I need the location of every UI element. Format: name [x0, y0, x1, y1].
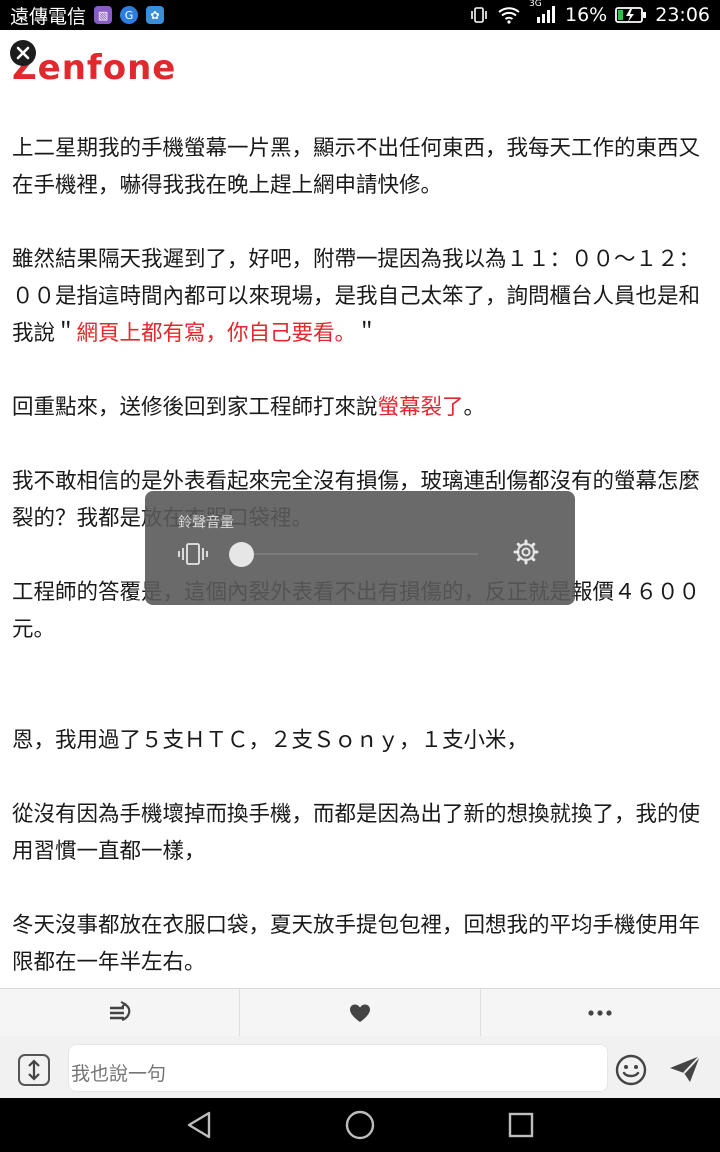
volume-slider-track[interactable] [241, 553, 478, 555]
gear-icon[interactable] [512, 538, 540, 566]
highlight-text: 網頁上都有寫，你自己要看。 [76, 321, 357, 346]
heart-icon [349, 1004, 370, 1022]
wifi-icon [498, 7, 520, 24]
article-paragraph: 回重點來，送修後回到家工程師打來說螢幕裂了。 [12, 389, 708, 426]
article-paragraph: 雖然結果隔天我遲到了，好吧，附帶一提因為我以為１１：００～１２：００是指這時間內… [12, 241, 708, 352]
volume-slider-thumb[interactable] [229, 542, 254, 567]
paragraph-text: 恩，我用過了５支ＨＴＣ，２支Ｓｏｎｙ，１支小米， [12, 728, 529, 753]
clock: 23:06 [655, 4, 710, 26]
paragraph-text: ＂ [356, 321, 378, 346]
vibrate-status-icon [471, 7, 487, 23]
close-button[interactable] [10, 40, 36, 66]
emoji-icon[interactable] [615, 1054, 647, 1086]
article-title-partial: Zenfone [12, 48, 177, 88]
network-type: 3G [529, 0, 542, 9]
vibrate-icon[interactable] [178, 541, 208, 567]
like-button[interactable] [239, 989, 479, 1036]
comment-bar [0, 1036, 720, 1098]
rewind-list-icon [109, 1000, 130, 1021]
g-app-icon: G [120, 6, 139, 24]
battery-charging-icon [615, 7, 647, 23]
more-button[interactable] [479, 989, 720, 1036]
article-paragraph: 冬天沒事都放在衣服口袋，夏天放手提包包裡，回想我的平均手機使用年限都在一年半左右… [12, 907, 708, 981]
more-dots-icon [588, 1009, 612, 1016]
article-paragraph: 恩，我用過了５支ＨＴＣ，２支Ｓｏｎｙ，１支小米， [12, 722, 708, 759]
expand-button[interactable] [18, 1054, 50, 1086]
send-icon[interactable] [668, 1054, 702, 1084]
article-paragraph: 從沒有因為手機壞掉而換手機，而都是因為出了新的想換就換了，我的使用習慣一直都一樣… [12, 796, 708, 870]
volume-panel: 鈴聲音量 [145, 491, 575, 605]
expand-icon [28, 1059, 40, 1081]
action-bar [0, 988, 720, 1036]
volume-label: 鈴聲音量 [178, 515, 234, 531]
nav-bar [0, 1098, 720, 1152]
battery-percent: 16% [565, 4, 608, 26]
recents-icon[interactable] [507, 1111, 535, 1139]
carrier-name: 遠傳電信 [10, 5, 87, 28]
paragraph-text: 回重點來，送修後回到家工程師打來說 [12, 395, 378, 420]
status-left: 遠傳電信 ▧ G ✿ [10, 2, 165, 29]
messenger-icon: ✿ [146, 6, 165, 24]
reply-list-button[interactable] [0, 989, 239, 1036]
back-icon[interactable] [185, 1110, 213, 1140]
paragraph-text: 冬天沒事都放在衣服口袋，夏天放手提包包裡，回想我的平均手機使用年限都在一年半左右… [12, 913, 701, 975]
article-paragraph: 上二星期我的手機螢幕一片黑，顯示不出任何東西，我每天工作的東西又在手機裡，嚇得我… [12, 130, 708, 204]
gallery-icon: ▧ [94, 6, 113, 24]
paragraph-text: 從沒有因為手機壞掉而換手機，而都是因為出了新的想換就換了，我的使用習慣一直都一樣… [12, 802, 701, 864]
comment-input[interactable] [68, 1044, 608, 1092]
paragraph-text: 上二星期我的手機螢幕一片黑，顯示不出任何東西，我每天工作的東西又在手機裡，嚇得我… [12, 136, 701, 198]
status-bar: 遠傳電信 ▧ G ✿ 3G 16% 23:06 [0, 0, 720, 30]
status-right: 3G 16% 23:06 [469, 0, 710, 26]
close-icon [16, 46, 30, 60]
highlight-text: 螢幕裂了 [377, 395, 464, 420]
paragraph-text: 。 [463, 395, 486, 420]
home-icon[interactable] [344, 1109, 376, 1141]
